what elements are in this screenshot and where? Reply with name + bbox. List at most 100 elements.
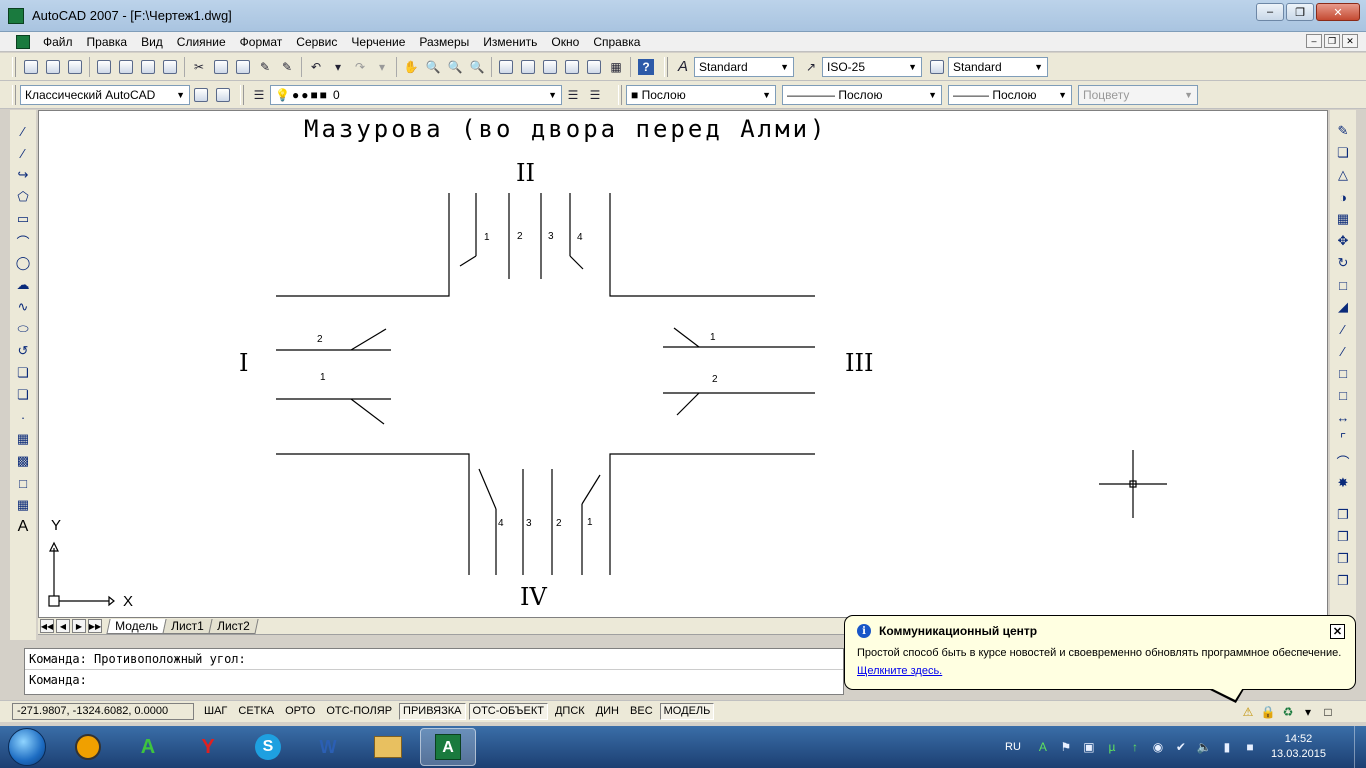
cut-icon[interactable]: ✂ bbox=[188, 56, 210, 78]
command-window[interactable]: Команда: Противоположный угол: Команда: bbox=[24, 648, 844, 695]
dim-style-select[interactable]: ISO-25 ▼ bbox=[822, 56, 922, 77]
redo-dropdown-icon[interactable]: ▾ bbox=[371, 56, 393, 78]
command-input-line[interactable]: Команда: bbox=[25, 670, 843, 691]
osnap-toggle[interactable]: ПРИВЯЗКА bbox=[399, 703, 466, 720]
tray-utorrent-icon[interactable]: µ bbox=[1104, 739, 1120, 755]
layer-previous-icon[interactable]: ☰ bbox=[584, 84, 606, 106]
otrack-toggle[interactable]: ОТС-ОБЪЕКТ bbox=[468, 703, 548, 720]
layer-manager-icon[interactable]: ☰ bbox=[248, 84, 270, 106]
print-icon[interactable] bbox=[93, 56, 115, 78]
zoom-window-icon[interactable]: 🔍 bbox=[444, 56, 466, 78]
copy-icon[interactable] bbox=[210, 56, 232, 78]
taskbar-yandex-icon[interactable]: Y bbox=[180, 728, 236, 766]
spline-icon[interactable]: ∿ bbox=[12, 296, 34, 318]
menu-draw[interactable]: Черчение bbox=[344, 32, 412, 52]
workspace-save-icon[interactable] bbox=[212, 84, 234, 106]
toolbar-grip[interactable] bbox=[12, 56, 16, 77]
document-icon[interactable] bbox=[16, 34, 30, 49]
taskbar-autocad-a-icon[interactable]: A bbox=[120, 728, 176, 766]
publish-icon[interactable] bbox=[137, 56, 159, 78]
show-desktop-button[interactable] bbox=[1354, 726, 1366, 768]
first-tab-icon[interactable]: ◀◀ bbox=[40, 619, 54, 633]
taskbar-word-icon[interactable]: W bbox=[300, 728, 356, 766]
open-icon[interactable] bbox=[42, 56, 64, 78]
publish-web-icon[interactable] bbox=[159, 56, 181, 78]
table-icon[interactable]: ▦ bbox=[12, 494, 34, 516]
preview-icon[interactable] bbox=[115, 56, 137, 78]
break-icon[interactable]: □ bbox=[1332, 384, 1354, 406]
offset-icon[interactable]: ◑ bbox=[1332, 186, 1354, 208]
autocad-app-icon[interactable] bbox=[8, 7, 24, 24]
markup-icon[interactable] bbox=[583, 56, 605, 78]
chamfer-icon[interactable]: ⌜ bbox=[1332, 428, 1354, 450]
construction-line-icon[interactable]: ∕ bbox=[12, 142, 34, 164]
taskbar-skype-icon[interactable]: S bbox=[240, 728, 296, 766]
match-properties-icon[interactable]: ✎ bbox=[254, 56, 276, 78]
tray-autocad-icon[interactable]: A bbox=[1035, 739, 1051, 755]
menu-edit[interactable]: Правка bbox=[80, 32, 135, 52]
zoom-previous-icon[interactable]: 🔍 bbox=[466, 56, 488, 78]
tray-volume-icon[interactable]: 🔈 bbox=[1196, 739, 1212, 755]
menu-help[interactable]: Справка bbox=[586, 32, 647, 52]
erase-icon[interactable]: ✎ bbox=[1332, 120, 1354, 142]
tray-security-icon[interactable]: ✔ bbox=[1173, 739, 1189, 755]
join-icon[interactable]: ↔ bbox=[1332, 406, 1354, 428]
fillet-icon[interactable]: ⌒ bbox=[1332, 450, 1354, 472]
communication-center-icon[interactable]: ♻ bbox=[1280, 704, 1296, 720]
move-icon[interactable]: ✥ bbox=[1332, 230, 1354, 252]
linetype-select[interactable]: ———— Послою ▼ bbox=[782, 84, 942, 105]
ducs-toggle[interactable]: ДПСК bbox=[551, 703, 589, 720]
table-style-icon[interactable] bbox=[926, 56, 948, 78]
next-tab-icon[interactable]: ▶ bbox=[72, 619, 86, 633]
grid-toggle[interactable]: СЕТКА bbox=[234, 703, 278, 720]
trim-icon[interactable]: ∕ bbox=[1332, 318, 1354, 340]
warning-icon[interactable]: ⚠ bbox=[1240, 704, 1256, 720]
properties-icon[interactable] bbox=[495, 56, 517, 78]
undo-icon[interactable]: ↶ bbox=[305, 56, 327, 78]
design-center-icon[interactable] bbox=[517, 56, 539, 78]
menu-file[interactable]: Файл bbox=[36, 32, 80, 52]
new-icon[interactable] bbox=[20, 56, 42, 78]
save-icon[interactable] bbox=[64, 56, 86, 78]
polar-toggle[interactable]: ОТС-ПОЛЯР bbox=[322, 703, 396, 720]
sheet-set-icon[interactable] bbox=[561, 56, 583, 78]
toolbar-grip[interactable] bbox=[618, 84, 622, 105]
extend-icon[interactable]: ∕ bbox=[1332, 340, 1354, 362]
last-tab-icon[interactable]: ▶▶ bbox=[88, 619, 102, 633]
menu-tools[interactable]: Сервис bbox=[289, 32, 344, 52]
zoom-realtime-icon[interactable]: 🔍 bbox=[422, 56, 444, 78]
menu-modify[interactable]: Изменить bbox=[476, 32, 544, 52]
explode-icon[interactable]: ✸ bbox=[1332, 472, 1354, 494]
rotate-icon[interactable]: ↻ bbox=[1332, 252, 1354, 274]
polyline-icon[interactable]: ↪ bbox=[12, 164, 34, 186]
ellipse-arc-icon[interactable]: ↺ bbox=[12, 340, 34, 362]
table-style-select[interactable]: Standard ▼ bbox=[948, 56, 1048, 77]
paste-icon[interactable] bbox=[232, 56, 254, 78]
toolbar-grip[interactable] bbox=[240, 84, 244, 105]
rectangle-icon[interactable]: ▭ bbox=[12, 208, 34, 230]
taskbar-explorer-icon[interactable] bbox=[360, 728, 416, 766]
tray-defender-icon[interactable]: ▣ bbox=[1081, 739, 1097, 755]
workspace-settings-icon[interactable] bbox=[190, 84, 212, 106]
array-icon[interactable]: ▦ bbox=[1332, 208, 1354, 230]
status-menu-icon[interactable]: ▾ bbox=[1300, 704, 1316, 720]
language-indicator[interactable]: RU bbox=[1005, 741, 1021, 753]
region-icon[interactable]: □ bbox=[12, 472, 34, 494]
tray-flag-icon[interactable]: ⚑ bbox=[1058, 739, 1074, 755]
mirror-icon[interactable]: △ bbox=[1332, 164, 1354, 186]
arc-icon[interactable]: ⌒ bbox=[12, 230, 34, 252]
tray-update-icon[interactable]: ↑ bbox=[1127, 739, 1143, 755]
tray-network-icon[interactable]: ◉ bbox=[1150, 739, 1166, 755]
clock[interactable]: 14:52 13.03.2015 bbox=[1271, 732, 1326, 762]
layer-select[interactable]: 💡●●■■ 0 ▼ bbox=[270, 84, 562, 105]
line-icon[interactable]: ∕ bbox=[12, 120, 34, 142]
drawing-area[interactable]: Мазурова (во двора перед Алми) II I III … bbox=[38, 110, 1328, 618]
point-icon[interactable]: · bbox=[12, 406, 34, 428]
doc-minimize-button[interactable]: – bbox=[1306, 34, 1322, 48]
revision-cloud-icon[interactable]: ☁ bbox=[12, 274, 34, 296]
text-style-icon[interactable]: A bbox=[672, 56, 694, 78]
stretch-icon[interactable]: ◢ bbox=[1332, 296, 1354, 318]
close-button[interactable]: ✕ bbox=[1316, 3, 1360, 21]
minimize-button[interactable]: – bbox=[1256, 3, 1284, 21]
lock-icon[interactable]: 🔒 bbox=[1260, 704, 1276, 720]
